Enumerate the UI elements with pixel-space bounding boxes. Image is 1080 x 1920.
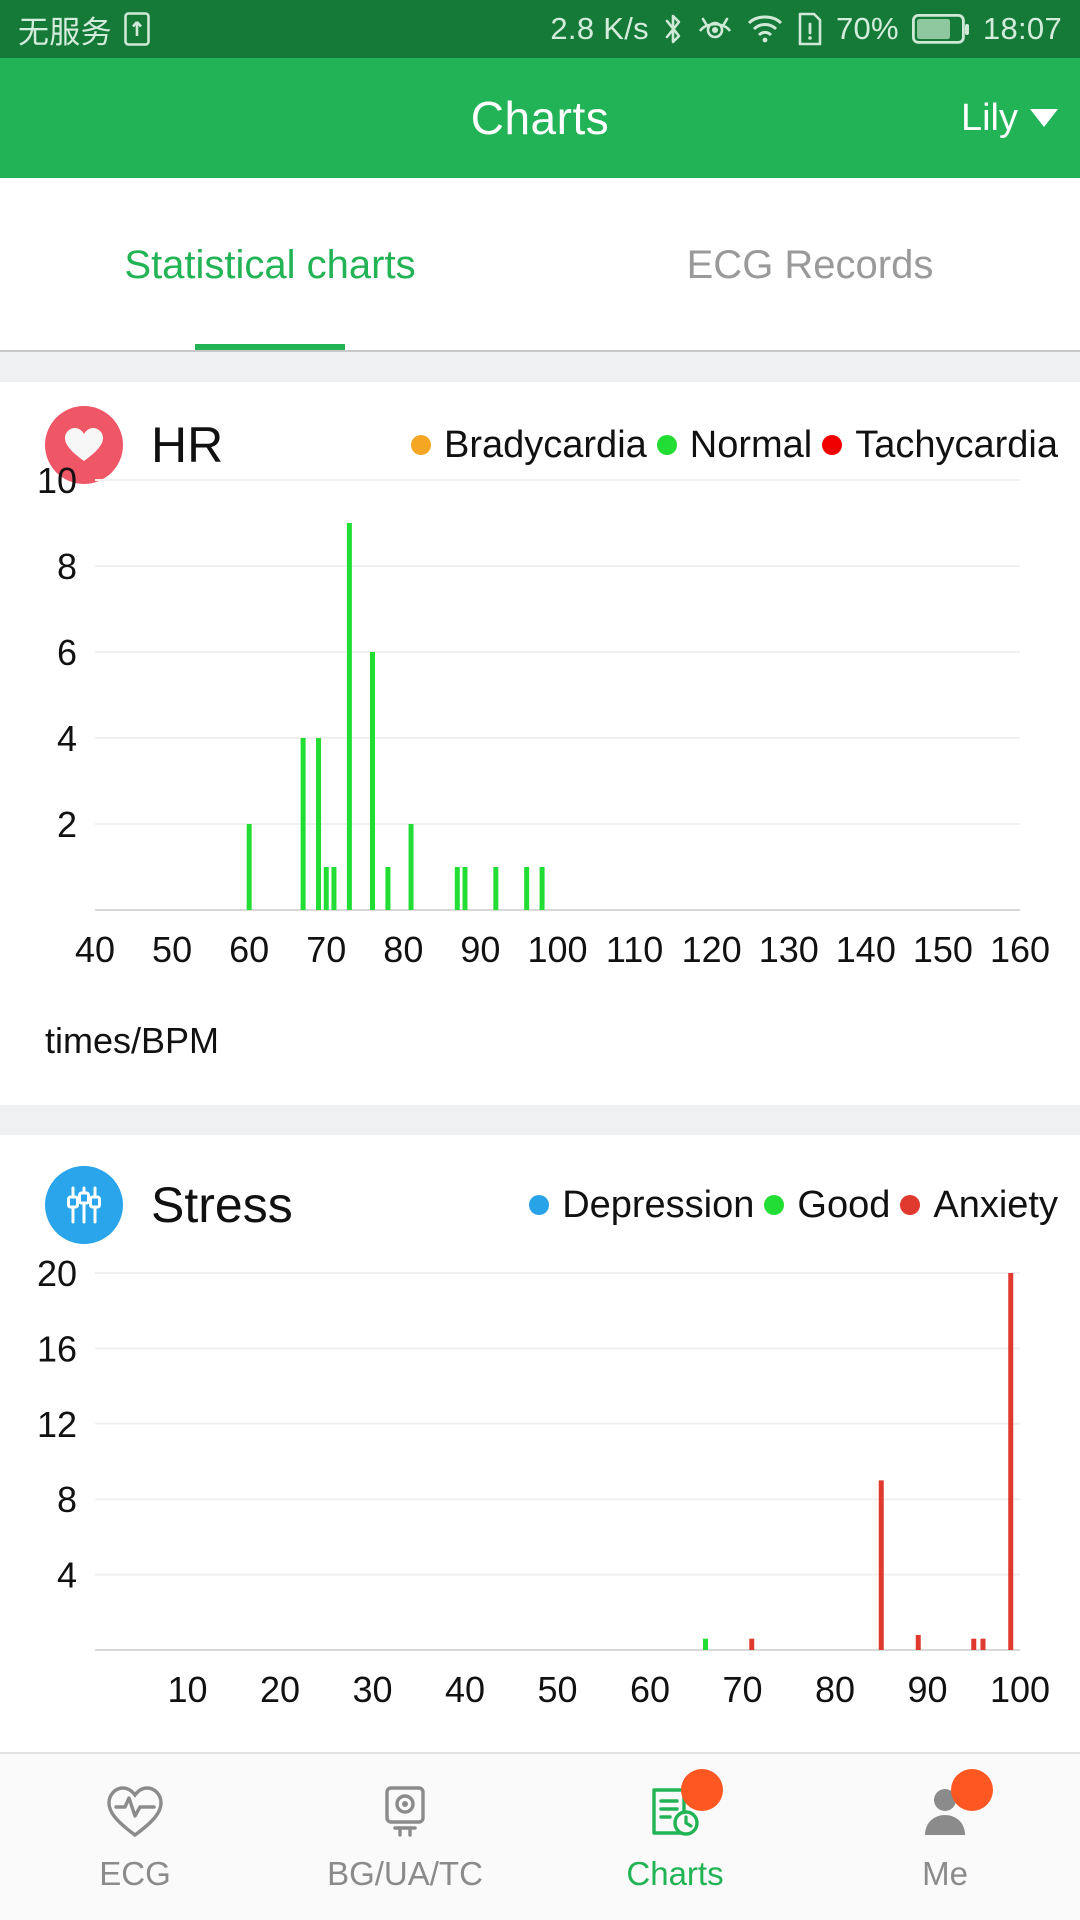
charts-icon: [643, 1769, 723, 1843]
hr-histogram: 2 4 6 8 10 40 50 60 70 80 90 100 110 120 130 140 150 160: [0, 440, 1080, 1020]
x-tick-label: 110: [606, 929, 663, 970]
x-tick-label: 130: [759, 929, 819, 970]
nav-item-me[interactable]: Me: [810, 1754, 1080, 1920]
x-tick-label: 40: [75, 929, 115, 970]
x-tick-label: 70: [306, 929, 346, 970]
y-tick-label: 6: [57, 632, 77, 673]
x-tick-label: 20: [260, 1669, 300, 1710]
legend-label-good: Good: [797, 1183, 891, 1226]
network-speed-label: 2.8 K/s: [550, 11, 649, 46]
app-bar: Charts Lily: [0, 58, 1080, 178]
legend-item-depression: Depression: [529, 1184, 754, 1227]
hr-histogram-canvas: 2 4 6 8 10 40 50 60 70 80 90 100 110 120 130 140 150 160: [37, 460, 1050, 970]
x-tick-label: 150: [913, 929, 973, 970]
x-tick-label: 80: [815, 1669, 855, 1710]
section-divider-top: [0, 352, 1080, 382]
x-tick-label: 60: [229, 929, 269, 970]
page-title: Charts: [470, 92, 610, 144]
y-tick-label: 4: [57, 1555, 77, 1596]
tab-ecg-records[interactable]: ECG Records: [540, 178, 1080, 352]
sim-alert-icon: [797, 12, 823, 46]
nav-item-ecg[interactable]: ECG: [0, 1754, 270, 1920]
x-tick-label: 50: [537, 1669, 577, 1710]
x-tick-label: 60: [630, 1669, 670, 1710]
nav-item-me-label: Me: [922, 1855, 968, 1892]
chevron-down-icon: [1030, 109, 1058, 127]
sim-card-icon: [124, 12, 150, 46]
x-tick-label: 100: [527, 929, 587, 970]
x-tick-label: 30: [352, 1669, 392, 1710]
legend-dot-depression: [529, 1195, 550, 1215]
y-tick-label: 10: [37, 460, 77, 501]
nav-item-bg-ua-tc[interactable]: BG/UA/TC: [270, 1754, 540, 1920]
tab-statistical-charts-label: Statistical charts: [124, 242, 416, 287]
nav-item-charts-label: Charts: [626, 1855, 724, 1892]
bluetooth-icon: [662, 12, 684, 46]
x-tick-label: 160: [990, 929, 1050, 970]
battery-percent-label: 70%: [835, 11, 899, 46]
nav-item-ecg-label: ECG: [99, 1855, 171, 1892]
me-badge: [951, 1769, 993, 1811]
y-tick-label: 12: [37, 1404, 77, 1445]
status-bar-right: 2.8 K/s 70% 18:07: [550, 11, 1062, 47]
legend-label-depression: Depression: [562, 1183, 755, 1226]
stress-card-header: Stress Depression Good Anxiety: [0, 1150, 1080, 1260]
legend-dot-anxiety: [900, 1195, 921, 1215]
hr-x-axis-unit: times/BPM: [45, 1020, 220, 1061]
legend-dot-good: [764, 1195, 785, 1215]
x-tick-label: 90: [907, 1669, 947, 1710]
nav-item-bg-ua-tc-label: BG/UA/TC: [327, 1855, 483, 1892]
x-tick-label: 100: [990, 1669, 1050, 1710]
x-tick-label: 140: [836, 929, 896, 970]
legend-item-good: Good: [764, 1184, 890, 1227]
y-tick-label: 8: [57, 1479, 77, 1520]
clock-label: 18:07: [982, 11, 1062, 46]
status-bar-left: 无服务: [18, 7, 150, 52]
x-tick-label: 10: [167, 1669, 207, 1710]
y-tick-label: 20: [37, 1253, 77, 1294]
person-icon: [913, 1769, 993, 1843]
battery-icon: [911, 14, 970, 44]
bottom-navigation: ECG BG/UA/TC Charts Me: [0, 1752, 1080, 1920]
y-tick-label: 16: [37, 1328, 77, 1369]
wifi-icon: [746, 14, 784, 44]
status-bar: 无服务 2.8 K/s 70% 18:07: [0, 0, 1080, 58]
x-tick-label: 90: [460, 929, 500, 970]
x-tick-label: 120: [682, 929, 742, 970]
section-divider-middle: [0, 1105, 1080, 1135]
user-selector[interactable]: Lily: [961, 58, 1058, 178]
tab-bar: Statistical charts ECG Records: [0, 178, 1080, 352]
stress-card-title: Stress: [151, 1177, 293, 1233]
tab-statistical-charts[interactable]: Statistical charts: [0, 178, 540, 352]
stress-histogram: 4 8 12 16 20 10 20 30 40 50 60 70 80 90 100: [0, 1245, 1080, 1755]
x-tick-label: 40: [445, 1669, 485, 1710]
x-tick-label: 80: [383, 929, 423, 970]
x-tick-label: 70: [722, 1669, 762, 1710]
legend-label-anxiety: Anxiety: [933, 1183, 1058, 1226]
charts-badge: [681, 1769, 723, 1811]
ecg-heart-icon: [103, 1781, 167, 1843]
y-tick-label: 4: [57, 718, 77, 759]
stress-histogram-canvas: 4 8 12 16 20 10 20 30 40 50 60 70 80 90 100: [37, 1253, 1050, 1710]
stress-legend: Depression Good Anxiety: [529, 1184, 1080, 1227]
user-name-label: Lily: [960, 96, 1018, 139]
glucose-meter-icon: [373, 1781, 437, 1843]
y-tick-label: 8: [57, 546, 77, 587]
x-tick-label: 50: [152, 929, 192, 970]
eye-comfort-icon: [697, 14, 733, 44]
legend-item-anxiety: Anxiety: [900, 1184, 1058, 1227]
carrier-label: 无服务: [18, 14, 112, 50]
nav-item-charts[interactable]: Charts: [540, 1754, 810, 1920]
y-tick-label: 2: [57, 804, 77, 845]
app-root: 无服务 2.8 K/s 70% 18:07 Charts Lily Statis…: [0, 0, 1080, 1920]
sliders-icon: [45, 1166, 123, 1244]
tab-ecg-records-label: ECG Records: [686, 242, 934, 287]
